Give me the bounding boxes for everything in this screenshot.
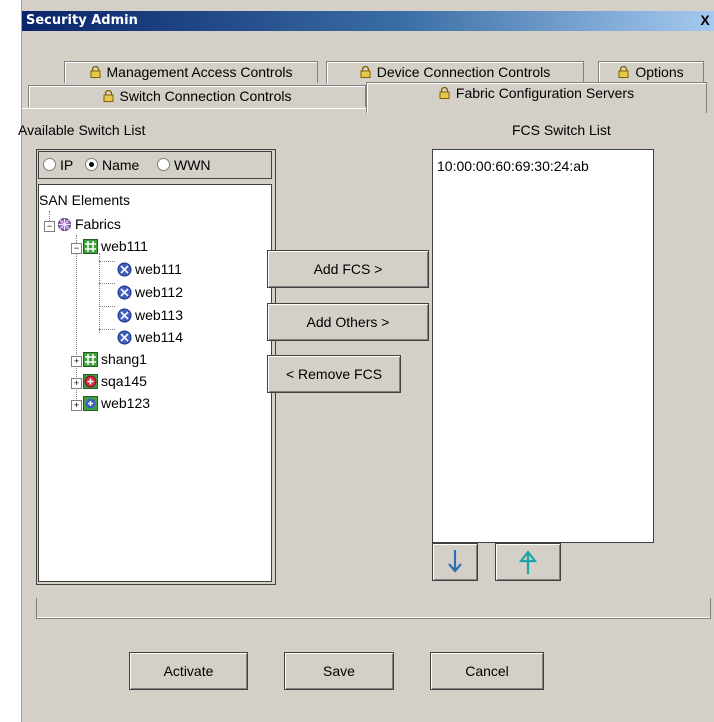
switch-node-icon — [117, 330, 132, 345]
expand-shang1-toggle[interactable]: + — [71, 356, 82, 367]
tree-connector — [99, 253, 100, 333]
tab-label: Switch Connection Controls — [119, 88, 292, 104]
tree-label: web123 — [101, 395, 151, 411]
expand-sqa145-toggle[interactable]: + — [71, 378, 82, 389]
move-down-button[interactable] — [432, 543, 478, 581]
switch-tree[interactable]: SAN Elements − Fabrics − web111 web111 w… — [38, 184, 272, 582]
radio-label: Name — [102, 157, 140, 173]
view-mode-radio-group: IP Name WWN — [38, 151, 272, 179]
fabric-globe-icon — [58, 218, 71, 231]
tree-connector — [99, 329, 115, 330]
tree-label: web114 — [135, 329, 184, 345]
switch-node-icon — [117, 262, 132, 277]
tree-item-sqa145[interactable]: sqa145 — [83, 372, 147, 390]
content-separator — [36, 598, 711, 619]
fcs-switch-list[interactable]: 10:00:00:60:69:30:24:ab — [432, 149, 654, 543]
tree-root-san-elements[interactable]: SAN Elements — [39, 191, 130, 209]
fcs-list-item[interactable]: 10:00:00:60:69:30:24:ab — [437, 158, 589, 174]
switch-group-icon — [83, 239, 98, 254]
tree-item-web111[interactable]: web111 — [117, 260, 182, 278]
arrow-down-icon — [448, 550, 462, 573]
lock-icon — [618, 66, 629, 78]
add-fcs-button[interactable]: Add FCS > — [267, 250, 429, 288]
radio-label: IP — [60, 157, 74, 173]
lock-icon — [360, 66, 371, 78]
arrow-up-icon — [518, 550, 538, 574]
tab-label: Management Access Controls — [106, 64, 293, 80]
tree-item-web113[interactable]: web113 — [117, 306, 183, 324]
tree-item-fabrics[interactable]: Fabrics — [57, 215, 121, 233]
tree-item-shang1[interactable]: shang1 — [83, 350, 147, 368]
radio-wwn[interactable]: WWN — [157, 157, 211, 173]
tab-label: Fabric Configuration Servers — [455, 85, 635, 101]
window-title: Security Admin — [26, 13, 138, 28]
tree-item-web111-fabric[interactable]: web111 — [83, 237, 148, 255]
switch-group-icon — [83, 352, 98, 367]
tree-label: web112 — [135, 284, 184, 300]
close-button[interactable]: X — [697, 12, 713, 29]
collapse-fabrics-toggle[interactable]: − — [44, 221, 55, 232]
lock-icon — [439, 87, 450, 99]
red-fabric-icon — [83, 374, 98, 389]
save-button[interactable]: Save — [284, 652, 394, 690]
tree-label: SAN Elements — [39, 192, 131, 208]
available-switch-list-heading: Available Switch List — [18, 122, 146, 138]
radio-dot — [85, 158, 98, 171]
collapse-web111-toggle[interactable]: − — [71, 243, 82, 254]
tree-label: sqa145 — [101, 373, 147, 389]
tree-item-web123[interactable]: web123 — [83, 394, 150, 412]
switch-node-icon — [117, 308, 132, 323]
expand-web123-toggle[interactable]: + — [71, 400, 82, 411]
tree-label: shang1 — [101, 351, 147, 367]
add-others-button[interactable]: Add Others > — [267, 303, 429, 341]
fcs-switch-list-heading: FCS Switch List — [512, 122, 611, 138]
radio-dot — [43, 158, 56, 171]
title-bar: Security Admin X — [22, 11, 714, 31]
tree-connector — [99, 306, 115, 307]
tree-label: web111 — [101, 238, 148, 254]
tab-label: Options — [635, 64, 684, 80]
tree-label: web111 — [135, 261, 182, 277]
radio-ip[interactable]: IP — [43, 157, 73, 173]
radio-dot — [157, 158, 170, 171]
activate-button[interactable]: Activate — [129, 652, 248, 690]
tree-item-web112[interactable]: web112 — [117, 283, 183, 301]
radio-label: WWN — [174, 157, 211, 173]
switch-group-icon — [83, 396, 98, 411]
cancel-button[interactable]: Cancel — [430, 652, 544, 690]
switch-node-icon — [117, 285, 132, 300]
move-up-button[interactable] — [495, 543, 561, 581]
security-admin-window: Security Admin X Management Access Contr… — [18, 0, 714, 722]
lock-icon — [90, 66, 100, 78]
tab-options[interactable]: Options — [598, 61, 704, 83]
lock-icon — [103, 90, 113, 102]
tree-label: web113 — [135, 307, 184, 323]
tree-item-web114[interactable]: web114 — [117, 328, 183, 346]
tab-panel-border — [22, 108, 366, 109]
tree-label: Fabrics — [75, 216, 121, 232]
remove-fcs-button[interactable]: < Remove FCS — [267, 355, 401, 393]
tab-switch-connection-controls[interactable]: Switch Connection Controls — [28, 85, 366, 107]
tab-fabric-configuration-servers[interactable]: Fabric Configuration Servers — [366, 82, 707, 113]
tree-connector — [99, 283, 115, 284]
tree-connector — [99, 261, 115, 262]
tab-management-access-controls[interactable]: Management Access Controls — [64, 61, 318, 83]
tab-label: Device Connection Controls — [376, 64, 551, 80]
tab-device-connection-controls[interactable]: Device Connection Controls — [326, 61, 584, 83]
radio-name[interactable]: Name — [85, 157, 139, 173]
